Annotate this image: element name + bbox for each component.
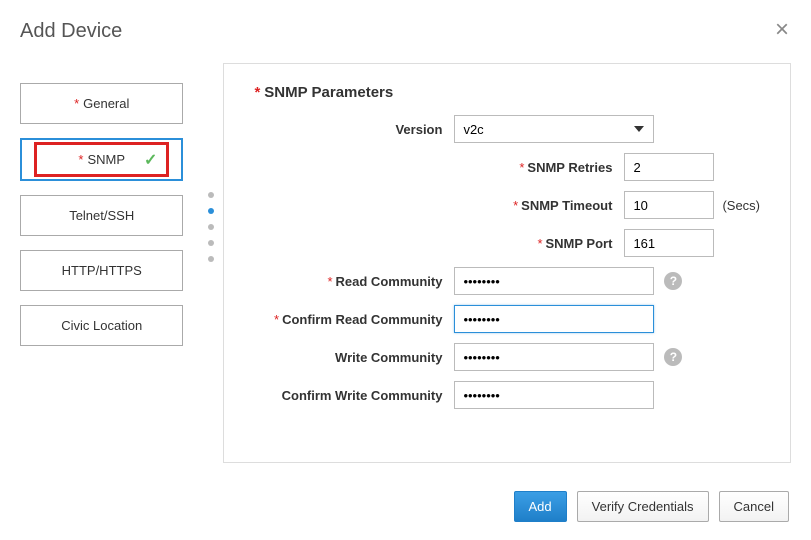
add-button[interactable]: Add <box>514 491 567 522</box>
row-confirm-write-community: Confirm Write Community <box>254 381 760 409</box>
label-confirm-write-community: Confirm Write Community <box>254 388 454 403</box>
footer-buttons: Add Verify Credentials Cancel <box>514 491 790 522</box>
port-input[interactable] <box>624 229 714 257</box>
dot-icon <box>208 224 214 230</box>
retries-input[interactable] <box>624 153 714 181</box>
help-icon[interactable]: ? <box>664 272 682 290</box>
sidebar-item-label: Civic Location <box>61 318 142 333</box>
row-version: Version v2c <box>254 115 760 143</box>
dot-icon <box>208 192 214 198</box>
required-star-icon: * <box>254 84 260 101</box>
dot-icon <box>208 240 214 246</box>
label-timeout: *SNMP Timeout <box>484 198 624 213</box>
close-icon[interactable]: × <box>775 18 789 42</box>
timeout-suffix: (Secs) <box>722 198 760 213</box>
section-title-text: SNMP Parameters <box>264 84 393 101</box>
sidebar-item-general[interactable]: * General <box>20 83 183 124</box>
sidebar: * General * SNMP ✓ Telnet/SSH HTTP/HTTPS C… <box>20 63 183 463</box>
main-panel: *SNMP Parameters Version v2c *SNMP Retri… <box>223 63 791 463</box>
label-confirm-read-community: *Confirm Read Community <box>254 312 454 327</box>
verify-credentials-button[interactable]: Verify Credentials <box>577 491 709 522</box>
checkmark-icon: ✓ <box>144 150 157 170</box>
row-retries: *SNMP Retries <box>484 153 760 181</box>
step-dots <box>208 192 214 262</box>
label-version: Version <box>254 122 454 137</box>
sidebar-item-label: Telnet/SSH <box>69 208 134 223</box>
sidebar-item-label: HTTP/HTTPS <box>62 263 142 278</box>
dot-icon <box>208 208 214 214</box>
dialog-title: Add Device <box>20 20 791 43</box>
section-title: *SNMP Parameters <box>254 84 760 101</box>
row-read-community: *Read Community ? <box>254 267 760 295</box>
required-star-icon: * <box>78 152 83 167</box>
sidebar-item-telnet-ssh[interactable]: Telnet/SSH <box>20 195 183 236</box>
row-confirm-read-community: *Confirm Read Community <box>254 305 760 333</box>
content-area: * General * SNMP ✓ Telnet/SSH HTTP/HTTPS C… <box>20 63 791 463</box>
confirm-write-community-input[interactable] <box>454 381 654 409</box>
sidebar-item-civic-location[interactable]: Civic Location <box>20 305 183 346</box>
label-read-community: *Read Community <box>254 274 454 289</box>
label-write-community: Write Community <box>254 350 454 365</box>
write-community-input[interactable] <box>454 343 654 371</box>
row-timeout: *SNMP Timeout (Secs) <box>484 191 760 219</box>
sidebar-item-http-https[interactable]: HTTP/HTTPS <box>20 250 183 291</box>
required-star-icon: * <box>74 96 79 111</box>
row-write-community: Write Community ? <box>254 343 760 371</box>
read-community-input[interactable] <box>454 267 654 295</box>
help-icon[interactable]: ? <box>664 348 682 366</box>
sidebar-item-label: SNMP <box>87 152 125 167</box>
version-select-wrap: v2c <box>454 115 654 143</box>
timeout-input[interactable] <box>624 191 714 219</box>
label-port: *SNMP Port <box>484 236 624 251</box>
version-select[interactable]: v2c <box>454 115 654 143</box>
row-port: *SNMP Port <box>484 229 760 257</box>
dot-icon <box>208 256 214 262</box>
sidebar-item-label: General <box>83 96 129 111</box>
confirm-read-community-input[interactable] <box>454 305 654 333</box>
label-retries: *SNMP Retries <box>484 160 624 175</box>
cancel-button[interactable]: Cancel <box>719 491 789 522</box>
sidebar-item-snmp[interactable]: * SNMP ✓ <box>20 138 183 181</box>
